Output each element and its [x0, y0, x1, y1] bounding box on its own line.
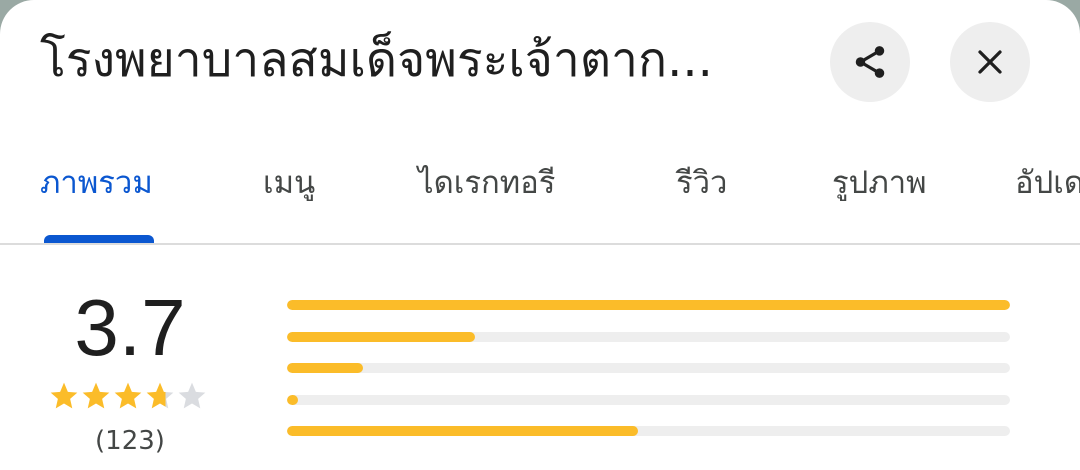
tab-directory[interactable]: ไดเรกทอรี	[418, 145, 555, 245]
rating-bar-2[interactable]	[287, 394, 1010, 405]
share-button[interactable]	[830, 22, 910, 102]
rating-bar-fill	[287, 300, 1010, 310]
close-button[interactable]	[950, 22, 1030, 102]
star-icon	[146, 382, 174, 409]
rating-value: 3.7	[74, 283, 186, 372]
place-title: โรงพยาบาลสมเด็จพระเจ้าตาก...	[40, 32, 713, 88]
rating-bar-1[interactable]	[287, 426, 1010, 436]
rating-bar-5[interactable]	[287, 300, 1010, 310]
star-icon	[82, 382, 110, 409]
star-icon	[50, 382, 78, 409]
rating-bar-fill	[287, 426, 638, 436]
tab-bar: ภาพรวม เมนู ไดเรกทอรี รีวิว รูปภาพ อัปเด	[0, 145, 1080, 245]
tab-overview[interactable]: ภาพรวม	[40, 145, 153, 245]
place-sheet: โรงพยาบาลสมเด็จพระเจ้าตาก... ภาพรวม เมนู…	[0, 0, 1080, 470]
tab-menu[interactable]: เมนู	[263, 145, 315, 245]
rating-bar-3[interactable]	[287, 363, 1010, 373]
rating-bar-4[interactable]	[287, 331, 1010, 342]
tab-reviews[interactable]: รีวิว	[676, 145, 727, 245]
rating-bar-fill	[287, 394, 298, 405]
star-rating	[48, 380, 218, 416]
share-icon	[855, 46, 885, 78]
star-icon	[114, 382, 142, 409]
rating-distribution[interactable]	[287, 300, 1010, 458]
tab-photos[interactable]: รูปภาพ	[832, 145, 927, 245]
rating-bar-fill	[287, 363, 363, 373]
close-icon	[978, 50, 1002, 74]
rating-bar-fill	[287, 331, 475, 342]
tabs-divider	[0, 243, 1080, 245]
star-icon	[178, 382, 206, 409]
review-count[interactable]: (123)	[60, 423, 200, 459]
tab-updates[interactable]: อัปเด	[1015, 145, 1080, 245]
